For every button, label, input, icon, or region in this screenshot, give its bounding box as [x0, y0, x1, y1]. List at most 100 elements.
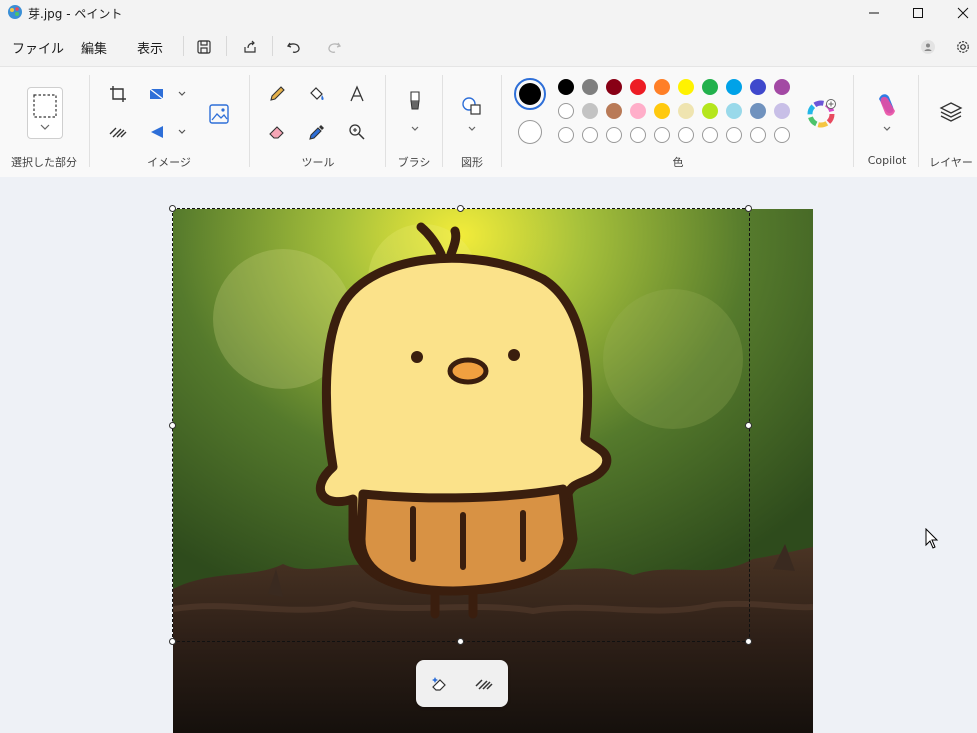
color-swatch[interactable]	[582, 79, 598, 95]
menu-divider	[272, 36, 273, 56]
color-swatch[interactable]	[702, 127, 718, 143]
menu-divider	[226, 36, 227, 56]
primary-color-button[interactable]	[514, 78, 546, 110]
color-swatch[interactable]	[750, 79, 766, 95]
account-button[interactable]	[915, 36, 941, 58]
group-label-colors: 色	[672, 156, 684, 169]
color-swatch[interactable]	[678, 79, 694, 95]
ribbon: 選択した部分 イメージ ツール ブラシ 図形 色 Copilot レイヤー	[0, 66, 977, 178]
image-creator-button[interactable]	[204, 99, 234, 129]
color-swatch[interactable]	[654, 127, 670, 143]
undo-button[interactable]	[281, 36, 307, 58]
color-swatch[interactable]	[774, 127, 790, 143]
menu-view[interactable]: 表示	[137, 38, 163, 57]
redo-button[interactable]	[321, 36, 347, 58]
brush-icon	[410, 91, 420, 131]
minimize-button[interactable]	[851, 0, 897, 26]
remove-background-float-button[interactable]	[470, 670, 498, 698]
avatar-icon	[921, 40, 935, 54]
undo-icon	[286, 42, 300, 53]
color-swatch[interactable]	[630, 79, 646, 95]
remove-background-icon	[475, 679, 493, 690]
color-swatch[interactable]	[678, 127, 694, 143]
shapes-icon	[462, 97, 481, 131]
maximize-button[interactable]	[895, 0, 941, 26]
color-swatch[interactable]	[726, 127, 742, 143]
color-swatch[interactable]	[654, 103, 670, 119]
color-swatch[interactable]	[750, 127, 766, 143]
flip-button[interactable]	[145, 119, 189, 145]
copilot-button[interactable]	[870, 87, 904, 137]
color-swatch[interactable]	[630, 127, 646, 143]
menu-edit[interactable]: 編集	[81, 38, 107, 57]
pencil-icon	[270, 86, 285, 101]
magnifier-button[interactable]	[344, 119, 370, 145]
color-swatch[interactable]	[654, 79, 670, 95]
layers-button[interactable]	[936, 97, 966, 127]
canvas-image[interactable]	[173, 209, 813, 733]
crop-button[interactable]	[105, 81, 131, 107]
pencil-button[interactable]	[264, 81, 290, 107]
shapes-button[interactable]	[455, 87, 489, 137]
color-swatch[interactable]	[774, 103, 790, 119]
share-icon	[244, 40, 256, 53]
color-swatch[interactable]	[606, 103, 622, 119]
text-button[interactable]	[344, 81, 370, 107]
copilot-icon	[879, 94, 895, 131]
window-title: 芽.jpg - ペイント	[28, 7, 123, 21]
save-button[interactable]	[191, 36, 217, 58]
flip-icon	[151, 126, 186, 138]
eraser-icon	[269, 126, 284, 139]
primary-color-swatch	[519, 83, 541, 105]
gear-icon	[957, 41, 969, 53]
color-swatch[interactable]	[774, 79, 790, 95]
color-swatch[interactable]	[726, 79, 742, 95]
remove-background-button[interactable]	[105, 119, 131, 145]
chick-sprout-picture	[173, 209, 813, 733]
group-divider	[249, 75, 250, 167]
maximize-icon	[913, 8, 923, 18]
rectangle-select-icon	[33, 94, 57, 130]
group-divider	[385, 75, 386, 167]
color-swatch[interactable]	[606, 127, 622, 143]
edit-colors-button[interactable]	[806, 95, 838, 131]
group-label-selection: 選択した部分	[11, 156, 77, 169]
color-picker-button[interactable]	[304, 119, 330, 145]
color-swatch[interactable]	[678, 103, 694, 119]
brush-button[interactable]	[398, 87, 432, 137]
color-swatch[interactable]	[702, 79, 718, 95]
menu-file[interactable]: ファイル	[12, 38, 64, 57]
color-swatch[interactable]	[630, 103, 646, 119]
paint-app-icon	[8, 5, 22, 19]
color-swatch[interactable]	[750, 103, 766, 119]
group-divider	[89, 75, 90, 167]
resize-button[interactable]	[145, 81, 189, 107]
menu-bar: ファイル 編集 表示	[0, 28, 977, 64]
color-swatch[interactable]	[606, 79, 622, 95]
fill-button[interactable]	[304, 81, 330, 107]
group-label-shapes: 図形	[461, 156, 483, 169]
crop-icon	[110, 86, 126, 102]
share-button[interactable]	[237, 36, 263, 58]
color-swatch[interactable]	[558, 103, 574, 119]
color-swatch[interactable]	[582, 127, 598, 143]
generative-erase-button[interactable]	[426, 670, 454, 698]
fill-bucket-icon	[310, 87, 324, 100]
color-wheel-icon	[807, 99, 836, 128]
resize-icon	[149, 88, 186, 100]
group-divider	[918, 75, 919, 167]
redo-icon	[328, 42, 342, 53]
close-button[interactable]	[940, 0, 977, 26]
color-swatch[interactable]	[702, 103, 718, 119]
selection-tool-button[interactable]	[27, 87, 63, 139]
settings-button[interactable]	[950, 36, 976, 58]
color-swatch[interactable]	[558, 79, 574, 95]
color-swatch[interactable]	[558, 127, 574, 143]
mouse-cursor-icon	[925, 528, 939, 549]
group-label-brush: ブラシ	[397, 156, 431, 169]
secondary-color-button[interactable]	[518, 120, 542, 144]
group-label-image: イメージ	[147, 156, 191, 169]
color-swatch[interactable]	[726, 103, 742, 119]
eraser-button[interactable]	[264, 119, 290, 145]
color-swatch[interactable]	[582, 103, 598, 119]
